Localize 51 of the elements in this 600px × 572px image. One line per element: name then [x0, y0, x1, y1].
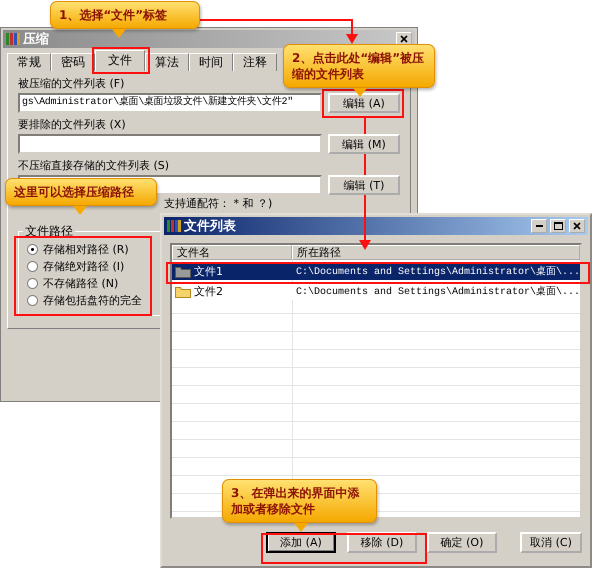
maximize-button[interactable]: [550, 219, 566, 233]
dialog-button[interactable]: 确定 (O): [427, 532, 497, 553]
callout-tooltip: 3、在弹出来的界面中添加或者移除文件: [222, 479, 377, 532]
hint-text: 支持通配符： * 和 ？): [164, 197, 272, 211]
field-label: 要排除的文件列表 (X): [18, 118, 126, 132]
tab[interactable]: 文件: [95, 50, 145, 71]
highlight-frame: [92, 47, 150, 74]
app-icon: [6, 32, 20, 46]
column-header[interactable]: 文件名: [172, 245, 292, 260]
tab[interactable]: 注释: [233, 53, 277, 71]
radio-label[interactable]: 存储包括盘符的完全: [43, 293, 142, 308]
maximize-icon: [554, 222, 562, 230]
radio-button[interactable]: [27, 295, 38, 306]
folder-icon: [175, 284, 191, 298]
file-path: C:\Documents and Settings\Administrator\桌面\...: [295, 264, 580, 278]
file-icon: [175, 264, 191, 278]
callout-tooltip: 这里可以选择压缩路径: [5, 178, 157, 215]
file-name: 文件1: [194, 264, 223, 278]
file-path: C:\Documents and Settings\Administrator\桌面\...: [295, 284, 580, 298]
edit-button[interactable]: 编辑 (M): [328, 134, 400, 154]
tab[interactable]: 算法: [145, 53, 189, 71]
dialog-button[interactable]: 添加 (A): [266, 532, 336, 553]
radio-label[interactable]: 存储绝对路径 (I): [43, 259, 124, 274]
radio-label[interactable]: 存储相对路径 (R): [43, 242, 129, 257]
tab[interactable]: 常规: [7, 53, 51, 71]
minimize-button[interactable]: [531, 219, 547, 233]
minimize-icon: [536, 225, 542, 227]
radio-label[interactable]: 不存储路径 (N): [43, 276, 118, 291]
radio-button[interactable]: [27, 278, 38, 289]
field-label: 被压缩的文件列表 (F): [18, 77, 124, 91]
tab[interactable]: 时间: [189, 53, 233, 71]
dialog-button[interactable]: 移除 (D): [347, 532, 417, 553]
edit-button[interactable]: 编辑 (A): [328, 93, 400, 113]
radio-button[interactable]: [27, 244, 38, 255]
edit-button[interactable]: 编辑 (T): [328, 175, 400, 195]
callout-tooltip: 1、选择“文件”标签: [50, 1, 200, 38]
dialog-button[interactable]: 取消 (C): [520, 532, 582, 553]
column-header[interactable]: 所在路径: [292, 245, 580, 260]
app-icon: [167, 219, 181, 233]
file-name: 文件2: [194, 284, 223, 298]
tab[interactable]: 密码: [51, 53, 95, 71]
dialog-title: 文件列表: [184, 218, 236, 235]
close-button[interactable]: [569, 219, 585, 233]
close-icon: [573, 222, 581, 230]
field-label: 不压缩直接存储的文件列表 (S): [18, 159, 170, 173]
window-title: 压缩: [23, 30, 49, 48]
close-icon: [400, 35, 408, 43]
input-field[interactable]: gs\Administrator\桌面\桌面垃圾文件\新建文件夹\文件2": [18, 93, 322, 113]
callout-tooltip: 2、点击此处“编辑”被压缩的文件列表: [283, 44, 435, 97]
input-field[interactable]: [18, 134, 322, 154]
radio-button[interactable]: [27, 261, 38, 272]
